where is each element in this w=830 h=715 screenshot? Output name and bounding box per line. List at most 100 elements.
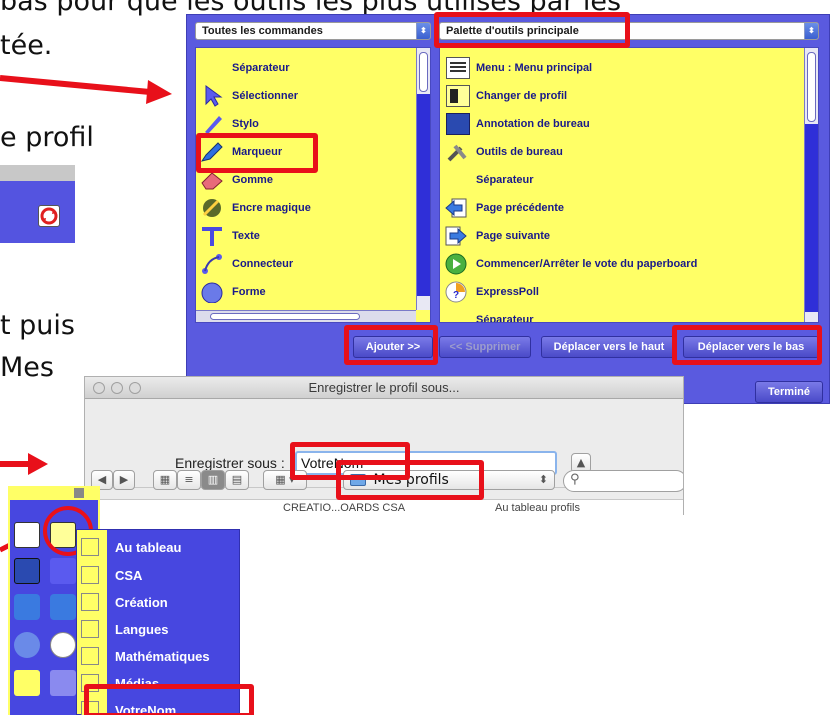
main-menu-icon[interactable] <box>14 522 40 548</box>
list-item[interactable]: Au tableau profils <box>495 502 580 514</box>
vote-icon[interactable] <box>14 632 40 658</box>
list-item[interactable]: Changer de profil <box>440 82 818 110</box>
connector-icon <box>202 254 222 274</box>
minimize-window-icon[interactable] <box>111 382 123 394</box>
list-item[interactable]: Séparateur <box>440 306 818 323</box>
list-item[interactable]: ? ExpressPoll <box>440 278 818 306</box>
all-commands-dropdown[interactable]: Toutes les commandes ⬍ <box>195 22 431 40</box>
list-item-label: Séparateur <box>232 62 290 74</box>
pen-icon <box>205 116 222 134</box>
list-item-label: Menu : Menu principal <box>476 62 593 74</box>
coverflow-view-button[interactable]: ▤ <box>225 470 249 490</box>
list-item[interactable]: Page suivante <box>440 222 818 250</box>
list-item[interactable]: Annotation de bureau <box>440 110 818 138</box>
move-up-button[interactable]: Déplacer vers le haut <box>541 336 677 358</box>
list-item[interactable]: Séparateur <box>196 54 430 82</box>
list-item-label: Séparateur <box>476 314 534 323</box>
expresspoll-icon[interactable] <box>50 632 76 658</box>
highlight-box-add-button <box>344 325 438 365</box>
list-item[interactable]: Encre magique <box>196 194 430 222</box>
list-item-label: Commencer/Arrêter le vote du paperboard <box>476 258 698 270</box>
commands-hscrollbar[interactable] <box>196 310 416 322</box>
shape-icon <box>201 282 223 303</box>
desktop-tools-icon[interactable] <box>50 670 76 696</box>
list-item[interactable]: Page précédente <box>440 194 818 222</box>
save-as-label: Enregistrer sous : <box>175 455 285 471</box>
previous-page-icon[interactable] <box>14 594 40 620</box>
list-item-label: Encre magique <box>232 202 311 214</box>
next-page-icon <box>445 226 467 246</box>
magic-ink-icon <box>202 199 221 217</box>
profile-icon <box>81 593 99 611</box>
column-view-button[interactable]: ▥ <box>201 470 225 490</box>
list-item-label: Sélectionner <box>232 90 299 102</box>
list-item-label: Annotation de bureau <box>476 118 590 130</box>
all-commands-dropdown-label: Toutes les commandes <box>202 25 323 37</box>
palette-list[interactable]: Menu : Menu principal Changer de profil … <box>439 47 819 323</box>
list-item[interactable]: Commencer/Arrêter le vote du paperboard <box>440 250 818 278</box>
change-profile-icon <box>446 85 470 107</box>
all-commands-list[interactable]: Séparateur Sélectionner Stylo Marqueur G… <box>195 47 431 323</box>
vote-icon <box>445 253 467 275</box>
profile-menu-item[interactable]: Au tableau <box>77 534 239 561</box>
change-profile-preview <box>0 165 75 243</box>
profile-icon <box>81 538 99 556</box>
previous-page-icon <box>445 198 467 218</box>
commands-scrollbar[interactable] <box>416 48 430 310</box>
main-menu-icon <box>446 57 470 79</box>
profile-switch-icon <box>38 205 60 227</box>
list-item-label: Page précédente <box>476 202 565 214</box>
profile-menu-item[interactable]: Langues <box>77 616 239 643</box>
select-cursor-icon[interactable] <box>14 670 40 696</box>
zoom-window-icon[interactable] <box>129 382 141 394</box>
profile-menu-item[interactable]: Mathématiques <box>77 643 239 670</box>
profile-menu-label: Mathématiques <box>115 649 210 664</box>
list-item-label: Connecteur <box>232 258 294 270</box>
highlight-box-move-down-button <box>672 325 822 365</box>
list-item[interactable]: Connecteur <box>196 250 430 278</box>
scroll-thumb[interactable] <box>419 52 428 92</box>
close-window-icon[interactable] <box>93 382 105 394</box>
desktop-tools-icon[interactable] <box>50 558 76 584</box>
list-item[interactable]: Menu : Menu principal <box>440 54 818 82</box>
palette-scrollbar[interactable] <box>804 48 818 322</box>
list-item[interactable]: Séparateur <box>440 166 818 194</box>
profile-menu-label: Création <box>115 595 168 610</box>
select-cursor-icon <box>205 85 223 107</box>
list-item-label: Gomme <box>232 174 273 186</box>
profile-menu-label: Langues <box>115 622 169 637</box>
done-button[interactable]: Terminé <box>755 381 823 403</box>
list-item-label: Page suivante <box>476 230 550 242</box>
list-item[interactable]: Texte <box>196 222 430 250</box>
list-item-label: Séparateur <box>476 174 534 186</box>
scroll-track <box>417 94 430 296</box>
list-item-label: ExpressPoll <box>476 286 539 298</box>
next-page-icon[interactable] <box>50 594 76 620</box>
list-view-button[interactable]: ≡ <box>177 470 201 490</box>
list-item[interactable]: Outils de bureau <box>440 138 818 166</box>
search-field[interactable]: ⚲ <box>563 470 683 492</box>
search-icon: ⚲ <box>570 472 580 487</box>
dropdown-stepper-icon: ⬍ <box>416 23 430 39</box>
icon-view-button[interactable]: ▦ <box>153 470 177 490</box>
profile-menu-item[interactable]: Création <box>77 589 239 616</box>
list-item[interactable]: CREATIO...OARDS CSA <box>283 502 405 514</box>
profile-icon <box>81 566 99 584</box>
hscroll-thumb[interactable] <box>210 313 360 320</box>
instruction-text-line-2: tée. <box>0 30 53 61</box>
profile-icon <box>81 620 99 638</box>
file-browser-partial: CREATIO...OARDS CSA Au tableau profils <box>85 499 683 515</box>
desktop-annotation-icon[interactable] <box>14 558 40 584</box>
instruction-text-line-3: e profil <box>0 122 94 153</box>
profile-menu-item[interactable]: CSA <box>77 562 239 589</box>
profile-menu-label: CSA <box>115 568 143 583</box>
forward-nav-button[interactable]: ▶ <box>113 470 135 490</box>
dialog-title: Enregistrer le profil sous... <box>308 380 460 395</box>
list-item[interactable]: Sélectionner <box>196 82 430 110</box>
list-item[interactable]: Forme <box>196 278 430 306</box>
remove-button[interactable]: << Supprimer <box>439 336 531 358</box>
scroll-track <box>805 124 818 312</box>
scroll-thumb[interactable] <box>807 52 816 122</box>
highlight-box-palette-dropdown <box>434 12 630 48</box>
profile-icon <box>81 647 99 665</box>
